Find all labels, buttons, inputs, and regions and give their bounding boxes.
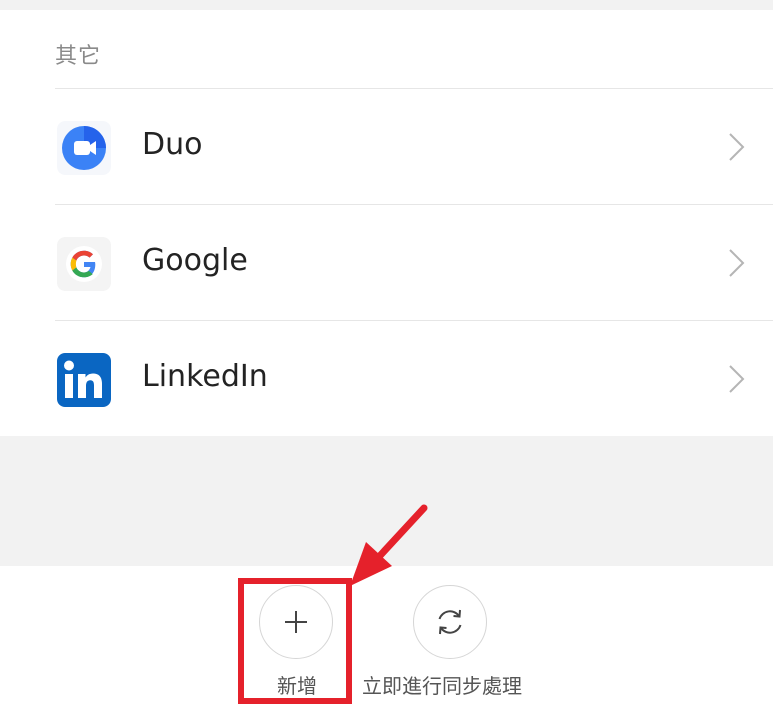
duo-icon bbox=[57, 121, 111, 175]
empty-area bbox=[0, 436, 773, 566]
highlight-box bbox=[238, 578, 352, 704]
sync-label: 立即進行同步處理 bbox=[362, 674, 522, 698]
account-name: LinkedIn bbox=[142, 359, 268, 394]
account-name: Duo bbox=[142, 127, 203, 162]
account-name: Google bbox=[142, 243, 248, 278]
top-strip bbox=[0, 0, 773, 10]
account-row-linkedin[interactable]: LinkedIn bbox=[0, 321, 773, 437]
account-row-google[interactable]: Google bbox=[0, 205, 773, 321]
chevron-right-icon bbox=[729, 365, 745, 393]
chevron-right-icon bbox=[729, 249, 745, 277]
chevron-right-icon bbox=[729, 133, 745, 161]
account-row-duo[interactable]: Duo bbox=[0, 89, 773, 205]
linkedin-icon bbox=[57, 353, 111, 407]
sync-icon bbox=[438, 609, 461, 634]
section-header: 其它 bbox=[55, 44, 102, 69]
google-icon bbox=[57, 237, 111, 291]
sync-button[interactable] bbox=[413, 585, 487, 659]
bottom-action-bar: 新增 立即進行同步處理 bbox=[0, 566, 773, 710]
